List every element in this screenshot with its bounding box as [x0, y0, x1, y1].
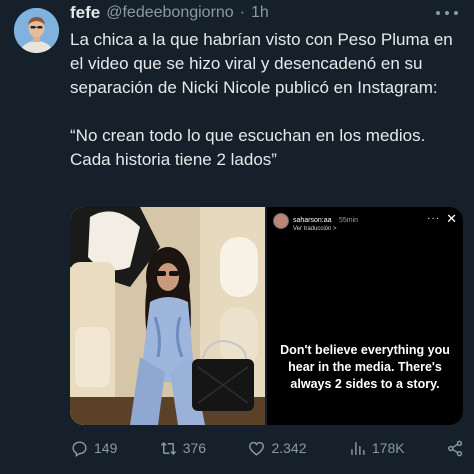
like-icon [249, 441, 265, 456]
story-time: 55min [338, 217, 359, 224]
like-count: 2.342 [271, 440, 307, 456]
story-username: saharson:aa [293, 217, 332, 224]
tweet-text-paragraph: La chica a la que habrían visto con Peso… [70, 30, 453, 97]
share-button[interactable] [446, 439, 465, 458]
like-button[interactable]: 2.342 [247, 439, 307, 458]
views-count: 178K [371, 440, 405, 456]
story-translate: Ver traducción > [293, 226, 337, 232]
reply-button[interactable]: 149 [70, 439, 117, 458]
author-name[interactable]: fefe [70, 3, 100, 23]
retweet-button[interactable]: 376 [159, 439, 206, 458]
tweet[interactable]: fefe @fedeebongiorno · 1h La chica a la … [0, 0, 474, 474]
tweet-text: La chica a la que habrían visto con Peso… [70, 28, 465, 172]
instagram-story[interactable]: saharson:aa 55min Ver traducción > ··· ✕… [267, 207, 463, 425]
tweet-actions: 149 376 2.342 178K [70, 436, 465, 460]
author-handle[interactable]: @fedeebongiorno [106, 4, 233, 22]
reply-icon [72, 440, 87, 457]
tweet-header: fefe @fedeebongiorno · 1h [70, 2, 269, 24]
story-avatar [273, 213, 289, 229]
story-header: saharson:aa 55min Ver traducción > [273, 213, 358, 234]
story-more-icon: ··· [427, 213, 441, 224]
tweet-quote-paragraph: “No crean todo lo que escuchan en los me… [70, 126, 426, 169]
views-icon [351, 441, 365, 455]
more-icon[interactable] [436, 6, 458, 20]
share-icon [448, 440, 463, 456]
reply-count: 149 [94, 440, 118, 456]
retweet-count: 376 [182, 440, 207, 456]
tweet-time[interactable]: 1h [251, 4, 269, 22]
avatar[interactable] [14, 8, 59, 53]
retweet-icon [160, 441, 176, 455]
separator: · [239, 4, 246, 21]
story-caption: Don't believe everything you hear in the… [280, 343, 450, 391]
close-icon: ✕ [446, 211, 457, 226]
photo-jet-interior[interactable] [70, 207, 265, 425]
tweet-media[interactable]: saharson:aa 55min Ver traducción > ··· ✕… [70, 207, 463, 425]
views-button[interactable]: 178K [348, 439, 405, 458]
